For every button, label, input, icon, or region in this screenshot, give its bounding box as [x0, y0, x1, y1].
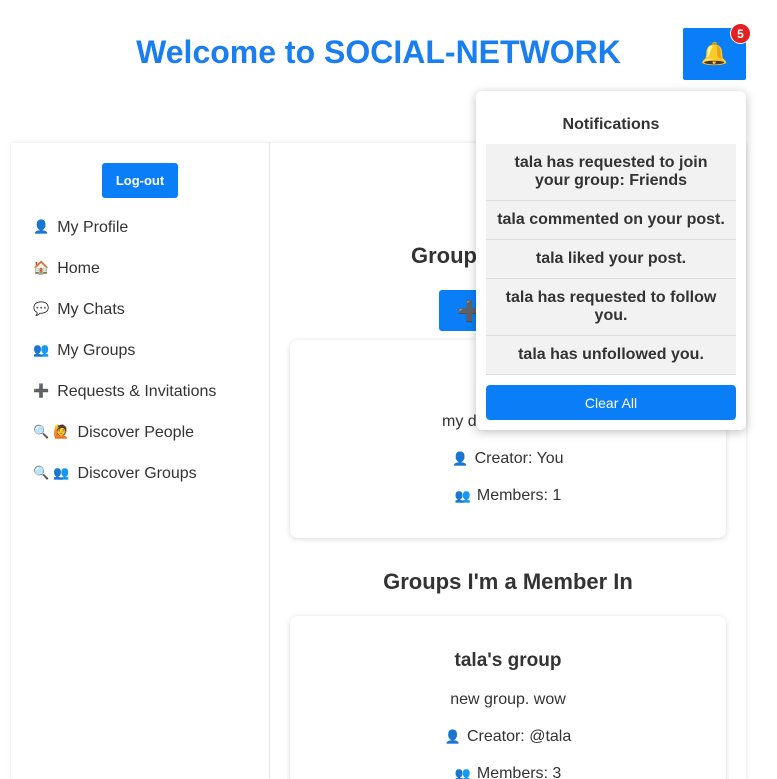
group-members: 👥 Members: 1 [454, 487, 562, 504]
sidebar-item-label: My Groups [57, 341, 136, 359]
sidebar: Log-out 👤 My Profile 🏠 Home 💬 My Chats 👥… [11, 143, 270, 779]
notifications-list: tala has requested to join your group: F… [486, 144, 736, 375]
notifications-title: Notifications [562, 116, 660, 133]
group-description: new group. wow [450, 691, 566, 708]
notification-item[interactable]: tala commented on your post. [486, 201, 736, 240]
sidebar-item-my-profile[interactable]: 👤 My Profile [33, 207, 216, 248]
group-members: 👥 Members: 3 [290, 765, 726, 779]
notification-item[interactable]: tala has requested to follow you. [486, 279, 736, 336]
notification-item[interactable]: tala liked your post. [486, 240, 736, 279]
sidebar-item-label: My Profile [57, 218, 129, 236]
group-name[interactable]: tala's group [290, 650, 726, 672]
group-icon: 👥 [33, 343, 50, 358]
sidebar-nav: 👤 My Profile 🏠 Home 💬 My Chats 👥 My Grou… [33, 207, 216, 494]
sidebar-item-home[interactable]: 🏠 Home [33, 248, 216, 289]
group-card-member: tala's group new group. wow 👤 Creator: @t… [290, 616, 726, 779]
sidebar-item-requests-invitations[interactable]: ➕ Requests & Invitations [33, 371, 216, 412]
clear-all-button[interactable]: Clear All [486, 385, 736, 420]
notification-item[interactable]: tala has requested to join your group: F… [486, 144, 736, 201]
page-title: Welcome to SOCIAL-NETWORK [136, 34, 621, 70]
sidebar-item-my-groups[interactable]: 👥 My Groups [33, 330, 216, 371]
search-people-icon: 🔍 🙋 [33, 425, 70, 440]
user-icon: 👤 [452, 452, 469, 467]
group-creator: 👤 Creator: You [452, 450, 564, 467]
member-groups-heading: Groups I'm a Member In [383, 569, 633, 594]
plus-icon: ➕ [33, 384, 50, 399]
user-icon: 👤 [444, 730, 461, 745]
sidebar-item-label: Requests & Invitations [57, 382, 217, 400]
chat-icon: 💬 [33, 302, 50, 317]
sidebar-item-discover-groups[interactable]: 🔍 👥 Discover Groups [33, 453, 216, 494]
sidebar-item-label: Home [57, 259, 100, 277]
sidebar-item-label: Discover Groups [77, 464, 197, 482]
group-icon: 👥 [454, 489, 471, 504]
notification-count-badge: 5 [730, 23, 751, 44]
group-icon: 👥 [454, 767, 471, 779]
notification-item[interactable]: tala has unfollowed you. [486, 336, 736, 375]
sidebar-item-my-chats[interactable]: 💬 My Chats [33, 289, 216, 330]
home-icon: 🏠 [33, 261, 50, 276]
logout-button[interactable]: Log-out [102, 163, 178, 198]
notifications-dropdown: Notifications tala has requested to join… [476, 91, 746, 430]
search-groups-icon: 🔍 👥 [33, 466, 70, 481]
bell-icon: 🔔 [700, 41, 729, 67]
sidebar-item-discover-people[interactable]: 🔍 🙋 Discover People [33, 412, 216, 453]
group-description: my d [442, 413, 477, 430]
sidebar-item-label: My Chats [57, 300, 125, 318]
sidebar-item-label: Discover People [77, 423, 195, 441]
user-icon: 👤 [33, 220, 50, 235]
group-creator: 👤 Creator: @tala [444, 728, 572, 745]
